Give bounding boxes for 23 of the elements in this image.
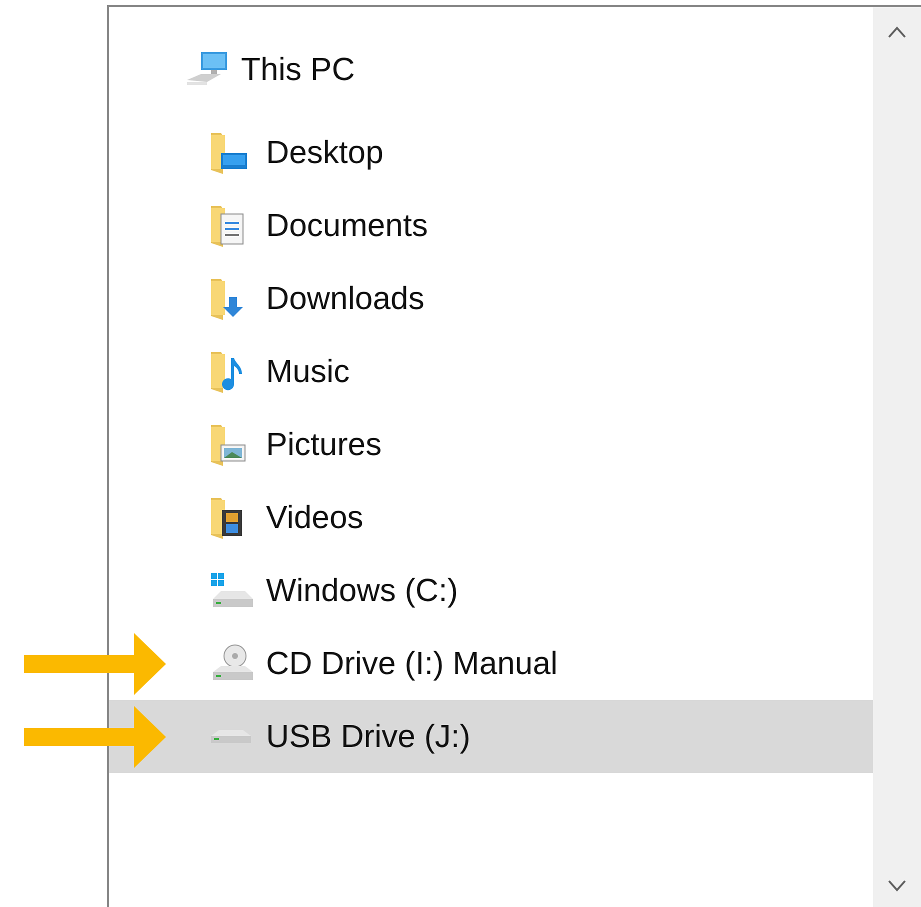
scroll-up-icon[interactable] [887,25,907,39]
tree-item-label: Desktop [266,134,384,171]
tree-item[interactable]: Downloads [109,262,873,335]
tree-item[interactable]: USB Drive (J:) [109,700,873,773]
tree-item[interactable]: Documents [109,189,873,262]
tree-item-label: Windows (C:) [266,572,458,609]
tree-item[interactable]: Videos [109,481,873,554]
scroll-down-icon[interactable] [887,879,907,893]
tree-item-label: Music [266,353,350,390]
tree-item[interactable]: Windows (C:) [109,554,873,627]
tree-item[interactable]: CD Drive (I:) Manual [109,627,873,700]
tree-item-label: Videos [266,499,364,536]
tree-item-label: Downloads [266,280,424,317]
drive-icon [211,730,251,743]
tree-item[interactable]: Music [109,335,873,408]
tree-item-label: CD Drive (I:) Manual [266,645,558,682]
tree-item[interactable]: Pictures [109,408,873,481]
tree-item-label: Documents [266,207,428,244]
tree-item-label: Pictures [266,426,382,463]
tree-item[interactable]: This PC [109,33,873,106]
tree-item-label: USB Drive (J:) [266,718,470,755]
tree-item[interactable]: Desktop [109,116,873,189]
tree-item-label: This PC [241,51,355,88]
